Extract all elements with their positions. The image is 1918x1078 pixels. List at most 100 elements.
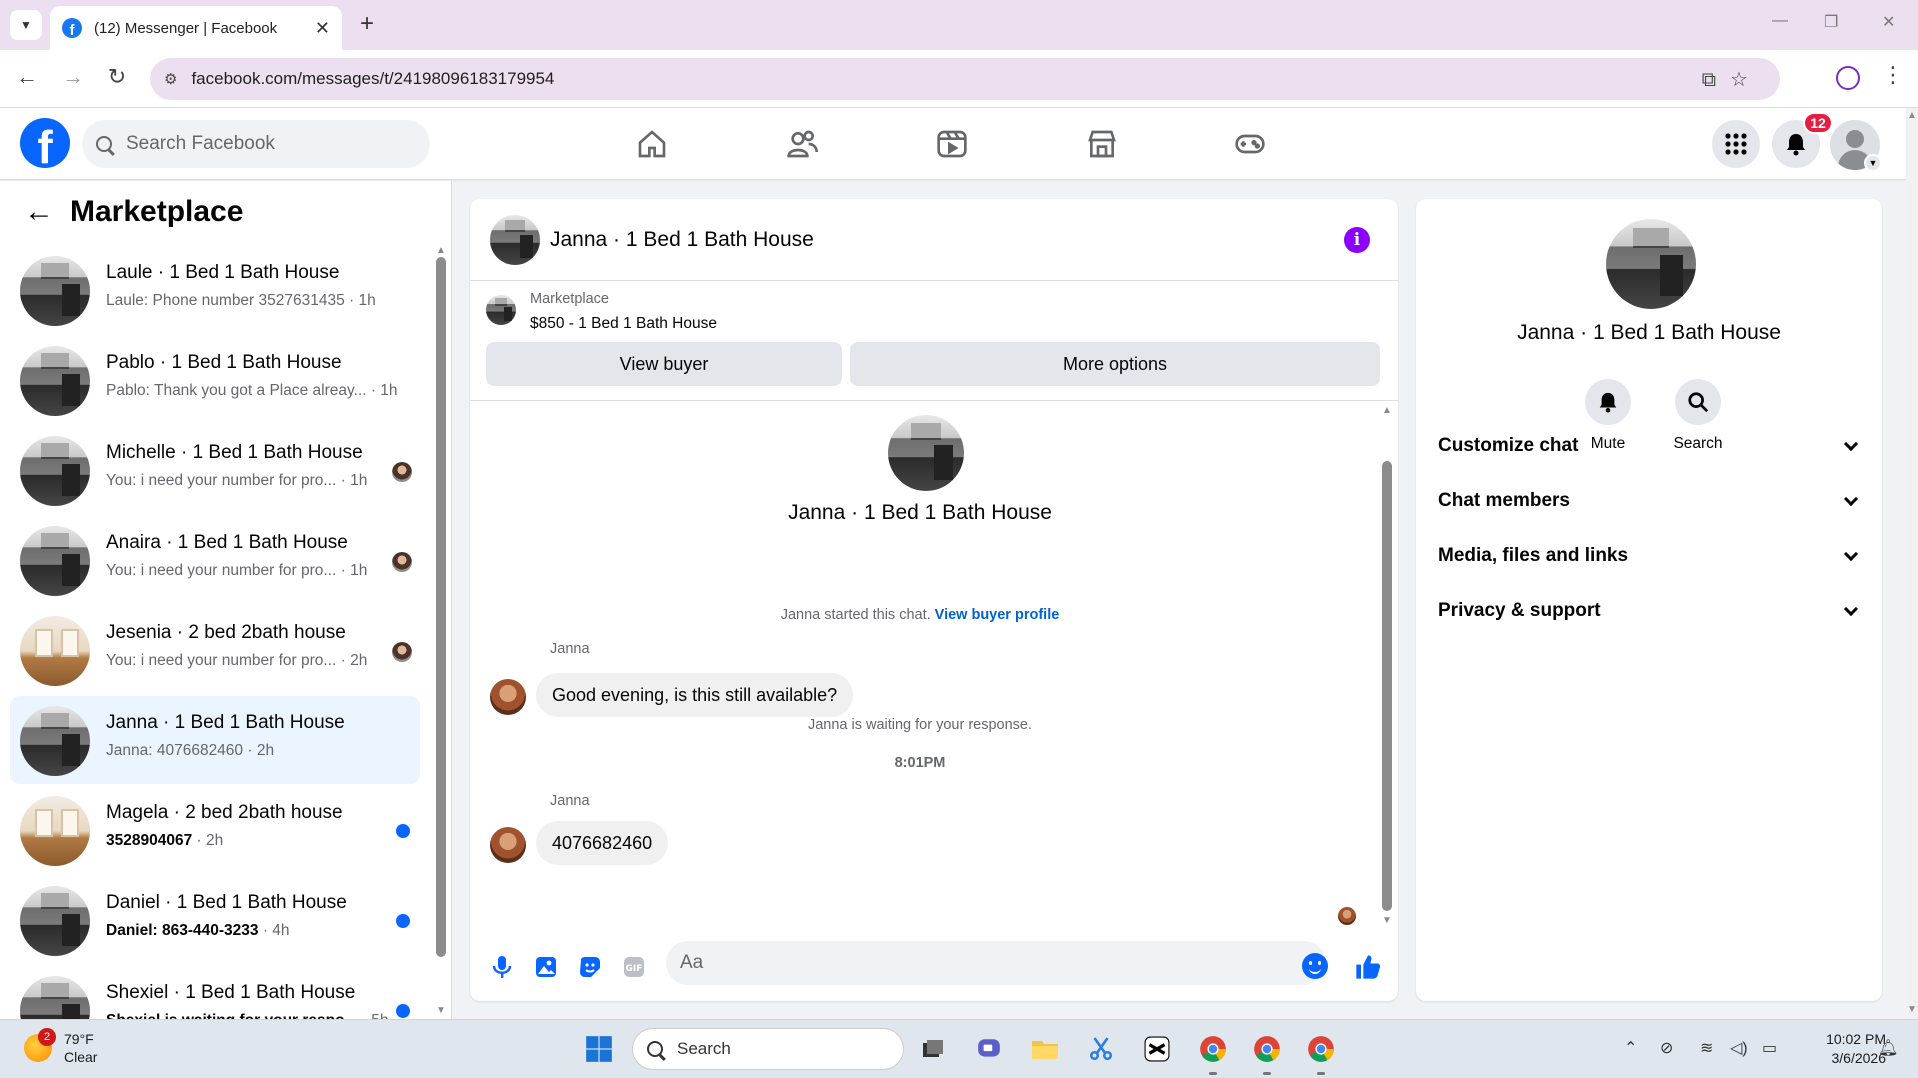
chat-list-item[interactable]: Magela · 2 bed 2bath house 3528904067 · 2… xyxy=(10,786,420,874)
thumbs-up-icon[interactable] xyxy=(1354,953,1382,981)
snipping-tool-icon[interactable] xyxy=(1084,1032,1118,1066)
microphone-icon[interactable] xyxy=(488,953,516,981)
volume-icon[interactable]: ◁) xyxy=(1730,1038,1748,1058)
task-view-icon[interactable] xyxy=(916,1032,950,1066)
page-scroll-up-icon[interactable]: ▲ xyxy=(1907,110,1917,121)
chat-list-item[interactable]: Jesenia · 2 bed 2bath house You: i need y… xyxy=(10,606,420,694)
conversation-title[interactable]: Janna · 1 Bed 1 Bath House xyxy=(550,228,814,252)
chat-list-item[interactable]: Laule · 1 Bed 1 Bath House Laule: Phone n… xyxy=(10,246,420,334)
message-bubble[interactable]: Good evening, is this still available? xyxy=(536,673,854,717)
chrome-profile-1-icon[interactable] xyxy=(1196,1032,1230,1066)
sender-avatar[interactable] xyxy=(490,679,526,715)
chrome-profile-3-icon[interactable] xyxy=(1304,1032,1338,1066)
chat-members-section[interactable]: Chat members xyxy=(1438,481,1864,521)
marketplace-icon[interactable] xyxy=(1082,124,1122,164)
capcut-icon[interactable] xyxy=(1140,1032,1174,1066)
video-icon[interactable] xyxy=(932,124,972,164)
windows-start-icon[interactable] xyxy=(582,1032,616,1066)
page-scroll-down-icon[interactable]: ▼ xyxy=(1907,1004,1917,1015)
browser-profile-icon[interactable] xyxy=(1836,66,1860,90)
chrome-profile-2-icon[interactable] xyxy=(1250,1032,1284,1066)
tray-chevron-up-icon[interactable]: ⌃ xyxy=(1624,1038,1637,1058)
chat-list-item[interactable]: Daniel · 1 Bed 1 Bath House Daniel: 863-4… xyxy=(10,876,420,964)
site-settings-icon[interactable]: ⚙ xyxy=(164,70,177,88)
message-input[interactable] xyxy=(680,941,1280,985)
view-buyer-button[interactable]: View buyer xyxy=(486,342,842,386)
running-indicator xyxy=(1263,1072,1271,1075)
window-close-icon[interactable]: ✕ xyxy=(1882,12,1895,32)
more-options-button[interactable]: More options xyxy=(850,342,1380,386)
back-arrow-icon[interactable]: ← xyxy=(24,195,54,229)
chat-list-item[interactable]: Michelle · 1 Bed 1 Bath House You: i need… xyxy=(10,426,420,514)
view-buyer-profile-link[interactable]: View buyer profile xyxy=(935,607,1060,623)
battery-icon[interactable]: ▭ xyxy=(1762,1038,1777,1058)
minimize-icon[interactable]: — xyxy=(1772,12,1788,30)
privacy-support-section[interactable]: Privacy & support xyxy=(1438,591,1864,631)
tab-close-icon[interactable]: ✕ xyxy=(315,18,330,39)
thread-scrollbar[interactable] xyxy=(1380,411,1392,931)
chat-info-avatar[interactable] xyxy=(1606,219,1696,309)
chat-app-icon[interactable] xyxy=(972,1032,1006,1066)
running-indicator xyxy=(1317,1072,1325,1075)
notification-center-icon[interactable]: 🔔︎ xyxy=(1878,1038,1898,1058)
home-icon[interactable] xyxy=(632,124,672,164)
chat-preview: Daniel: 863-440-3233 · 4h xyxy=(106,922,290,940)
mute-bell-icon[interactable] xyxy=(1585,379,1631,425)
chat-list-scrollbar[interactable] xyxy=(436,257,446,957)
customize-chat-section[interactable]: Customize chat xyxy=(1438,426,1864,466)
chat-list-scroll-thumb[interactable] xyxy=(436,257,446,957)
file-explorer-icon[interactable] xyxy=(1028,1032,1062,1066)
wifi-icon[interactable]: ≋ xyxy=(1700,1038,1713,1058)
facebook-search-box[interactable]: Search Facebook xyxy=(82,120,430,168)
chat-time: 2h xyxy=(256,742,275,759)
sticker-icon[interactable] xyxy=(576,953,604,981)
bookmark-star-icon[interactable]: ⧉☆ xyxy=(1702,67,1762,92)
back-icon[interactable]: ← xyxy=(12,64,42,90)
taskbar-search[interactable]: Search xyxy=(632,1028,904,1070)
conversation-info-icon[interactable]: i xyxy=(1344,227,1370,253)
sender-avatar[interactable] xyxy=(490,827,526,863)
address-url[interactable]: facebook.com/messages/t/2419809618317995… xyxy=(191,69,554,89)
friends-icon[interactable] xyxy=(782,124,822,164)
restore-icon[interactable]: ❐ xyxy=(1824,12,1838,32)
forward-icon[interactable]: → xyxy=(58,64,88,90)
chat-list-item[interactable]: Janna · 1 Bed 1 Bath House Janna: 4076682… xyxy=(10,696,420,784)
media-files-links-section[interactable]: Media, files and links xyxy=(1438,536,1864,576)
thread-scroll-down-icon[interactable]: ▼ xyxy=(1382,915,1392,926)
scroll-up-icon[interactable]: ▲ xyxy=(436,245,446,256)
tray-network-off-icon[interactable]: ⊘ xyxy=(1660,1038,1673,1058)
taskbar-search-placeholder[interactable]: Search xyxy=(677,1039,731,1059)
scroll-down-icon[interactable]: ▼ xyxy=(436,1005,446,1016)
address-bar[interactable]: ⚙ facebook.com/messages/t/24198096183179… xyxy=(150,58,1780,100)
tab-search-icon[interactable]: ▼ xyxy=(10,10,42,40)
seen-avatar xyxy=(392,462,412,482)
emoji-icon[interactable] xyxy=(1302,953,1328,979)
system-clock[interactable]: 10:02 PM 3/6/2026 xyxy=(1800,1030,1886,1068)
message-input-box[interactable] xyxy=(666,941,1328,985)
conversation-avatar[interactable] xyxy=(490,215,540,265)
photo-icon[interactable] xyxy=(532,953,560,981)
browser-tab-messenger[interactable]: f (12) Messenger | Facebook ✕ xyxy=(50,6,342,50)
gaming-icon[interactable] xyxy=(1230,124,1270,164)
weather-sun-icon: 2 xyxy=(24,1028,56,1062)
page-scrollbar[interactable]: ▲ ▼ xyxy=(1906,108,1918,1019)
search-in-chat-icon[interactable] xyxy=(1675,379,1721,425)
browser-menu-icon[interactable]: ⋮ xyxy=(1882,62,1904,88)
facebook-search-placeholder[interactable]: Search Facebook xyxy=(126,133,275,155)
chat-list-item[interactable]: Shexiel · 1 Bed 1 Bath House Shexiel is w… xyxy=(10,966,420,1019)
account-caret-icon[interactable]: ▼ xyxy=(1864,154,1882,172)
message-bubble[interactable]: 4076682460 xyxy=(536,821,669,865)
gif-icon[interactable]: GIF xyxy=(620,953,648,981)
menu-grid-icon[interactable] xyxy=(1712,120,1760,168)
weather-widget[interactable]: 2 79°F Clear xyxy=(24,1028,97,1066)
thread-scroll-thumb[interactable] xyxy=(1382,461,1392,911)
chat-list-title: Marketplace xyxy=(70,195,244,228)
new-tab-icon[interactable]: + xyxy=(352,10,382,38)
chat-list-item[interactable]: Anaira · 1 Bed 1 Bath House You: i need y… xyxy=(10,516,420,604)
reload-icon[interactable]: ↻ xyxy=(102,64,132,90)
tab-title: (12) Messenger | Facebook xyxy=(94,19,278,37)
avatar-head xyxy=(1846,130,1864,148)
facebook-logo-icon[interactable]: f xyxy=(20,118,70,168)
chat-time-separator: · xyxy=(336,562,351,579)
chat-list-item[interactable]: Pablo · 1 Bed 1 Bath House Pablo: Thank y… xyxy=(10,336,420,424)
